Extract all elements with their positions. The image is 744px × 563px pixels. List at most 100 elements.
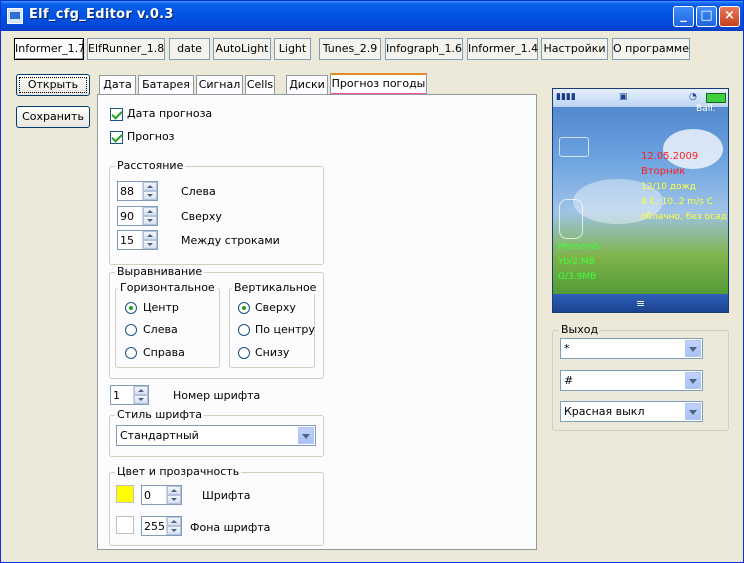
- alignment-group-title: Выравнивание: [115, 265, 205, 278]
- left-offset-label: Слева: [181, 185, 216, 198]
- font-style-title: Стиль шрифта: [115, 408, 204, 421]
- line-spacing-value: 15: [120, 234, 134, 247]
- spin-up-icon[interactable]: [143, 207, 157, 216]
- module-tab-informer-17[interactable]: Informer_1.7: [14, 38, 85, 60]
- app-icon: [7, 8, 23, 24]
- spin-down-icon[interactable]: [143, 191, 157, 200]
- module-tab-tunes[interactable]: Tunes_2.9: [319, 38, 381, 60]
- align-left-label: Слева: [143, 323, 178, 336]
- cloud-shape: [663, 129, 723, 169]
- align-center-radio[interactable]: [125, 302, 137, 314]
- left-offset-spinner[interactable]: 88: [117, 181, 158, 201]
- preview-forecast-line2: 8 C, 10..2 m/s C: [641, 197, 713, 207]
- spin-up-icon[interactable]: [167, 486, 181, 495]
- background-alpha-label: Фона шрифта: [190, 521, 271, 534]
- chevron-down-icon[interactable]: [298, 427, 314, 444]
- line-spacing-spinner[interactable]: 15: [117, 230, 158, 250]
- font-style-value: Стандартный: [120, 429, 199, 442]
- maximize-button[interactable]: □: [696, 6, 717, 27]
- exit-key-3-value: Красная выкл: [564, 405, 645, 418]
- top-offset-spinner[interactable]: 90: [117, 206, 158, 226]
- open-button[interactable]: Открыть: [16, 74, 90, 96]
- background-alpha-value: 255: [144, 520, 165, 533]
- font-number-value: 1: [113, 389, 120, 402]
- module-tab-settings[interactable]: Настройки: [541, 38, 608, 60]
- preview-memory-2: Yb/2.MB: [558, 257, 595, 267]
- color-group-title: Цвет и прозрачность: [115, 465, 242, 478]
- align-bottom-radio[interactable]: [238, 347, 250, 359]
- align-right-radio[interactable]: [125, 347, 137, 359]
- tab-signal[interactable]: Сигнал: [196, 75, 243, 94]
- minimize-button[interactable]: _: [673, 6, 694, 27]
- spin-up-icon[interactable]: [134, 386, 148, 395]
- preview-memory-3: G/3.9MB: [558, 272, 597, 282]
- font-alpha-spinner[interactable]: 0: [141, 485, 182, 505]
- menu-icon: ≡: [636, 297, 646, 310]
- module-tab-light[interactable]: Light: [274, 38, 311, 60]
- background-color-swatch[interactable]: [116, 516, 134, 534]
- module-tab-elfrunner[interactable]: ElfRunner_1.8: [87, 38, 165, 60]
- top-offset-value: 90: [120, 210, 134, 223]
- spin-down-icon[interactable]: [134, 395, 148, 404]
- forecast-label: Прогноз: [127, 130, 175, 143]
- spin-up-icon[interactable]: [143, 182, 157, 191]
- exit-key-select-3[interactable]: Красная выкл: [560, 401, 703, 422]
- left-offset-value: 88: [120, 185, 134, 198]
- spin-down-icon[interactable]: [167, 526, 181, 535]
- tab-cells[interactable]: Cells: [245, 75, 275, 94]
- save-button[interactable]: Сохранить: [16, 106, 90, 128]
- background-alpha-spinner[interactable]: 255: [141, 516, 182, 536]
- exit-key-1-value: *: [564, 342, 570, 355]
- exit-group-title: Выход: [559, 323, 601, 336]
- date-forecast-checkbox[interactable]: [110, 108, 123, 121]
- exit-key-select-2[interactable]: #: [560, 370, 703, 391]
- font-style-select[interactable]: Стандартный: [116, 425, 316, 446]
- module-tab-date[interactable]: date: [169, 38, 210, 60]
- spin-down-icon[interactable]: [143, 240, 157, 249]
- preview-date: 12.05.2009: [641, 151, 699, 162]
- title-bar[interactable]: Elf_cfg_Editor v.0.3 _ □ ×: [1, 1, 743, 31]
- align-top-radio[interactable]: [238, 302, 250, 314]
- font-color-swatch[interactable]: [116, 485, 134, 503]
- close-button[interactable]: ×: [719, 6, 740, 27]
- line-spacing-label: Между строками: [181, 234, 280, 247]
- spin-down-icon[interactable]: [143, 216, 157, 225]
- module-tab-autolight[interactable]: AutoLight: [213, 38, 271, 60]
- font-number-label: Номер шрифта: [173, 389, 261, 402]
- tab-battery[interactable]: Батарея: [138, 75, 194, 94]
- folder-icon: [559, 137, 589, 157]
- tab-panel: Дата прогноза Прогноз Расстояние 88 Слев…: [97, 94, 537, 550]
- align-middle-radio[interactable]: [238, 324, 250, 336]
- preview-weekday: Вторник: [641, 166, 686, 177]
- font-alpha-value: 0: [144, 489, 151, 502]
- align-right-label: Справа: [143, 346, 185, 359]
- tab-disks[interactable]: Диски: [286, 75, 328, 94]
- align-left-radio[interactable]: [125, 324, 137, 336]
- module-tab-about[interactable]: О программе: [612, 38, 690, 60]
- battery-icon: [706, 93, 726, 103]
- tab-date[interactable]: Дата: [99, 75, 136, 94]
- module-tab-informer-14[interactable]: Informer_1.4: [467, 38, 538, 60]
- card-icon: [559, 199, 583, 239]
- spin-up-icon[interactable]: [167, 517, 181, 526]
- preview-forecast-line3: облачно, без осад: [641, 212, 727, 222]
- spin-down-icon[interactable]: [167, 495, 181, 504]
- module-tab-infograph[interactable]: Infograph_1.6: [385, 38, 463, 60]
- font-number-spinner[interactable]: 1: [110, 385, 149, 405]
- alarm-icon: ◔: [689, 92, 697, 102]
- preview-memory-1: Msmemb: [558, 242, 600, 252]
- chevron-down-icon[interactable]: [685, 340, 701, 357]
- signal-icon: ▮▮▮▮: [556, 92, 576, 102]
- exit-key-select-1[interactable]: *: [560, 338, 703, 359]
- tab-weather-forecast[interactable]: Прогноз погоды: [330, 73, 427, 95]
- phone-preview: ▮▮▮▮ ▣ ◔ Ball. 12.05.2009 Вторник 12/10 …: [552, 88, 729, 313]
- preview-ball-label: Ball.: [696, 104, 716, 114]
- forecast-checkbox[interactable]: [110, 131, 123, 144]
- align-top-label: Сверху: [255, 301, 296, 314]
- chevron-down-icon[interactable]: [685, 372, 701, 389]
- spin-up-icon[interactable]: [143, 231, 157, 240]
- align-bottom-label: Снизу: [255, 346, 290, 359]
- distance-group-title: Расстояние: [115, 159, 186, 172]
- chevron-down-icon[interactable]: [685, 403, 701, 420]
- horizontal-align-title: Горизонтальное: [118, 281, 217, 294]
